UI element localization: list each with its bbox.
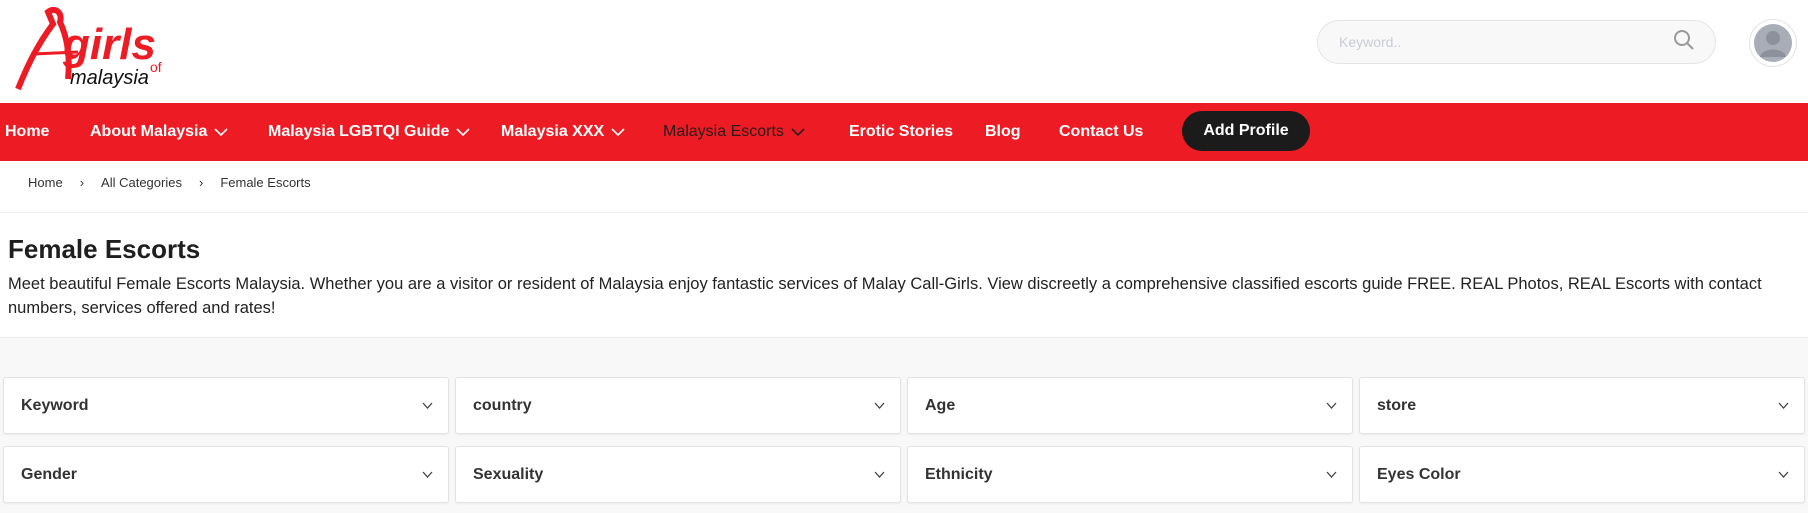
nav-erotic-stories[interactable]: Erotic Stories (849, 103, 953, 161)
filter-dropdown-keyword[interactable]: Keyword (3, 377, 449, 434)
page-description: Meet beautiful Female Escorts Malaysia. … (8, 275, 1762, 317)
filter-dropdown-ethnicity[interactable]: Ethnicity (907, 446, 1353, 503)
chevron-down-icon (874, 402, 885, 409)
filter-label: Age (925, 396, 956, 414)
nav-home[interactable]: Home (5, 103, 49, 161)
svg-text:malaysia: malaysia (70, 67, 149, 89)
nav-lgbtqi-guide[interactable]: Malaysia LGBTQI Guide (268, 103, 470, 161)
search-input[interactable] (1338, 34, 1673, 50)
nav-label: Malaysia LGBTQI Guide (268, 123, 450, 140)
nav-label: Malaysia XXX (501, 123, 605, 140)
breadcrumb-home[interactable]: Home (28, 175, 63, 190)
nav-malaysia-xxx[interactable]: Malaysia XXX (501, 103, 625, 161)
header: girls of malaysia (0, 0, 1808, 103)
search-icon[interactable] (1673, 29, 1695, 56)
chevron-down-icon (422, 402, 433, 409)
chevron-down-icon (1778, 471, 1789, 478)
search-bar (1317, 20, 1716, 64)
filter-label: Ethnicity (925, 465, 993, 483)
chevron-down-icon (611, 128, 625, 136)
chevron-down-icon (1326, 402, 1337, 409)
main-nav: Home About Malaysia Malaysia LGBTQI Guid… (0, 103, 1808, 161)
nav-label: Erotic Stories (849, 123, 954, 140)
filter-dropdown-sexuality[interactable]: Sexuality (455, 446, 901, 503)
filter-dropdown-eyes-color[interactable]: Eyes Color (1359, 446, 1805, 503)
add-profile-button[interactable]: Add Profile (1182, 111, 1310, 151)
nav-label: Malaysia Escorts (663, 123, 784, 140)
filter-label: Sexuality (473, 465, 544, 483)
nav-blog[interactable]: Blog (985, 103, 1021, 161)
filter-label: country (473, 396, 532, 414)
nav-label: Blog (985, 123, 1021, 140)
filter-label: Keyword (21, 396, 89, 414)
filter-label: Gender (21, 465, 78, 483)
nav-about-malaysia[interactable]: About Malaysia (90, 103, 228, 161)
filter-dropdown-store[interactable]: store (1359, 377, 1805, 434)
nav-label: Contact Us (1059, 123, 1144, 140)
filter-grid: Keyword country Age store Gender Sexuality Eth… (3, 377, 1805, 503)
filter-label: store (1377, 396, 1417, 414)
breadcrumb: Home › All Categories › Female Escorts (28, 175, 311, 190)
avatar[interactable] (1749, 19, 1797, 67)
chevron-down-icon (422, 471, 433, 478)
nav-contact-us[interactable]: Contact Us (1059, 103, 1143, 161)
divider (0, 212, 1808, 213)
nav-label: Home (5, 123, 50, 140)
user-icon (1754, 24, 1792, 62)
chevron-down-icon (214, 128, 228, 136)
chevron-down-icon (1326, 471, 1337, 478)
filter-dropdown-age[interactable]: Age (907, 377, 1353, 434)
chevron-down-icon (874, 471, 885, 478)
svg-text:girls: girls (62, 20, 156, 69)
chevron-down-icon (456, 128, 470, 136)
breadcrumb-all-categories[interactable]: All Categories (101, 175, 182, 190)
page-title: Female Escorts (8, 234, 201, 264)
site-logo[interactable]: girls of malaysia (8, 4, 188, 96)
breadcrumb-separator: › (198, 175, 204, 190)
nav-malaysia-escorts[interactable]: Malaysia Escorts (663, 103, 805, 161)
chevron-down-icon (791, 128, 805, 136)
filter-dropdown-country[interactable]: country (455, 377, 901, 434)
breadcrumb-current: Female Escorts (220, 175, 311, 190)
filter-dropdown-gender[interactable]: Gender (3, 446, 449, 503)
svg-text:of: of (150, 59, 162, 75)
chevron-down-icon (1778, 402, 1789, 409)
filter-label: Eyes Color (1377, 465, 1461, 483)
breadcrumb-separator: › (79, 175, 85, 190)
nav-label: About Malaysia (90, 123, 208, 140)
